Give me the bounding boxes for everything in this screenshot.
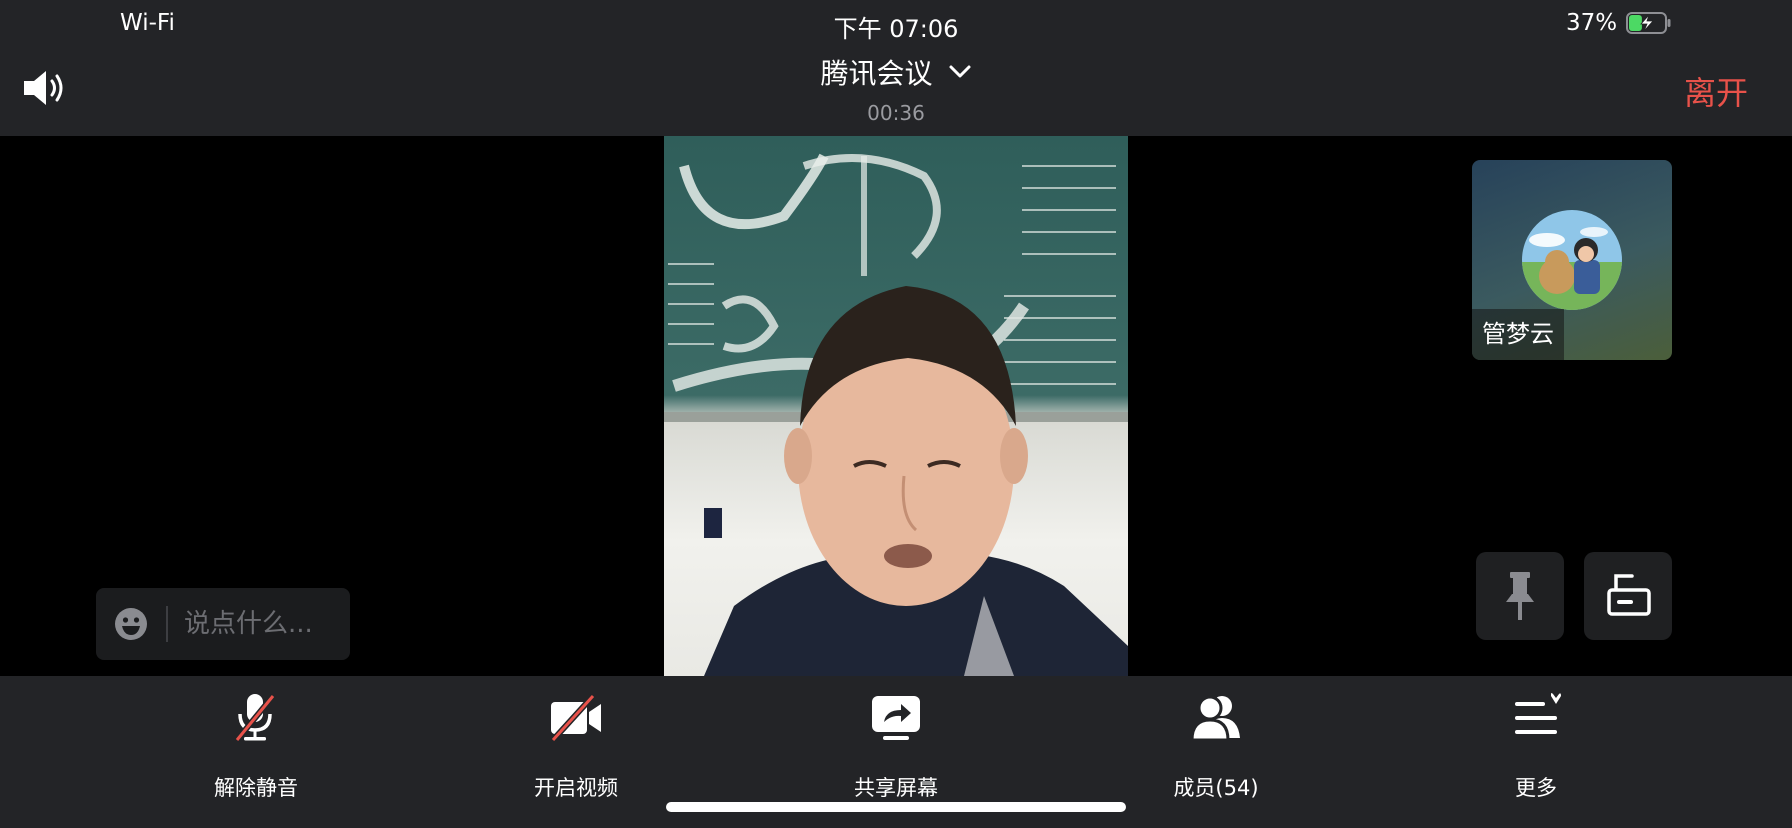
avatar — [1522, 210, 1622, 310]
pin-icon — [1506, 572, 1534, 620]
chat-input[interactable]: 说点什么... — [184, 588, 344, 660]
participant-video-person — [704, 286, 1128, 676]
unlock-icon — [1607, 574, 1651, 616]
battery-percent: 37% — [1566, 10, 1618, 36]
more-label: 更多 — [1515, 776, 1557, 800]
meeting-elapsed-time: 00:36 — [867, 101, 925, 125]
members-button[interactable]: 成员(54) — [1136, 690, 1296, 800]
chevron-down-icon — [949, 65, 971, 78]
share-screen-icon — [872, 696, 920, 740]
participant-tile[interactable]: 管梦云 — [1472, 160, 1672, 360]
more-button[interactable]: 更多 — [1456, 690, 1616, 800]
start-video-button[interactable]: 开启视频 — [496, 690, 656, 800]
participant-name-label: 管梦云 — [1472, 309, 1564, 360]
top-bar: Wi-Fi 下午 07:06 37% 腾讯会议 00:36 离开 — [0, 0, 1792, 136]
bottom-toolbar: 解除静音 开启视频 共享屏幕 成员(54) 更多 — [0, 676, 1792, 828]
leave-button[interactable]: 离开 — [1684, 68, 1748, 114]
start-video-label: 开启视频 — [534, 776, 618, 800]
status-time: 下午 07:06 — [833, 15, 959, 43]
divider — [166, 606, 168, 642]
camera-off-icon — [550, 693, 601, 743]
unmute-button[interactable]: 解除静音 — [176, 690, 336, 800]
share-screen-button[interactable]: 共享屏幕 — [816, 690, 976, 800]
unmute-label: 解除静音 — [214, 776, 298, 800]
more-menu-icon — [1515, 693, 1561, 734]
screen-lock-button[interactable] — [1584, 552, 1672, 640]
battery-charging-icon — [1626, 12, 1671, 34]
pin-button[interactable] — [1476, 552, 1564, 640]
home-indicator[interactable] — [666, 802, 1126, 812]
mic-muted-icon — [234, 694, 276, 742]
main-video-feed[interactable] — [664, 136, 1128, 676]
meeting-title: 腾讯会议 — [820, 57, 933, 90]
meeting-title-dropdown[interactable]: 腾讯会议 — [0, 52, 1792, 92]
members-icon — [1190, 695, 1240, 742]
emoji-icon[interactable] — [114, 607, 148, 641]
members-label: 成员(54) — [1173, 776, 1259, 800]
chat-input-box[interactable]: 说点什么... — [96, 588, 350, 660]
share-screen-label: 共享屏幕 — [854, 776, 938, 800]
